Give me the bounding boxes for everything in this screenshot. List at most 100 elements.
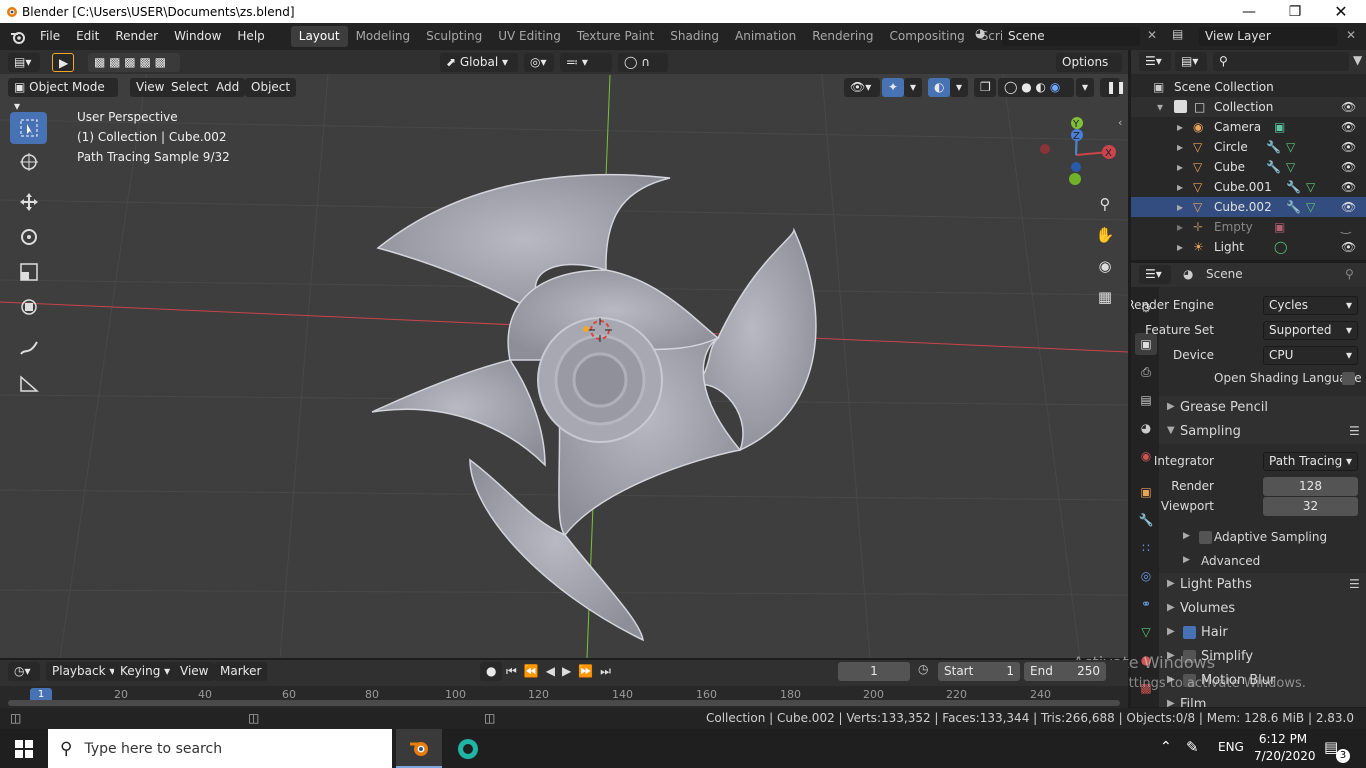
viewport-samples-field[interactable]: 32: [1263, 497, 1358, 516]
object-data-tab-icon[interactable]: ▽: [1135, 621, 1157, 643]
auto-keying-icon[interactable]: ●: [480, 662, 502, 681]
taskbar-search-box[interactable]: ⚲ Type here to search: [48, 729, 392, 768]
eye-icon[interactable]: 👁: [1341, 100, 1356, 114]
transform-orientation-dropdown[interactable]: ⬈ Global ▾: [440, 53, 518, 72]
rotate-tool[interactable]: [10, 221, 47, 253]
hair-checkbox[interactable]: [1183, 626, 1196, 639]
eye-closed-icon[interactable]: ‿: [1341, 220, 1351, 234]
frame-ruler[interactable]: 1 20 40 60 80 100 120 140 160 180 200 22…: [0, 686, 1128, 708]
outliner-item-light[interactable]: ▸ ☀ Light ◯ 👁: [1131, 237, 1366, 257]
presets-list-icon[interactable]: ☰: [1349, 577, 1360, 591]
physics-tab-icon[interactable]: ◎: [1135, 565, 1157, 587]
menu-edit[interactable]: Edit: [68, 23, 107, 50]
tab-layout[interactable]: Layout: [290, 26, 348, 47]
menu-help[interactable]: Help: [229, 23, 272, 50]
marker-menu[interactable]: Marker: [214, 662, 268, 681]
language-indicator[interactable]: ENG: [1218, 740, 1244, 754]
shading-dropdown[interactable]: ▾: [1076, 78, 1094, 97]
keying-menu[interactable]: Keying ▾: [114, 662, 177, 681]
presets-list-icon[interactable]: ☰: [1349, 424, 1360, 438]
timeline-scrollbar[interactable]: [8, 700, 1120, 706]
display-mode-icon[interactable]: ▤▾: [1175, 52, 1207, 71]
eye-icon[interactable]: 👁: [1341, 120, 1356, 134]
selection-mode-buttons[interactable]: ▩ ▩ ▩ ▩ ▩: [88, 53, 180, 72]
outliner-item-circle[interactable]: ▸ ▽ Circle 🔧 ▽ 👁: [1131, 137, 1366, 157]
view-layer-tab-icon[interactable]: ▤: [1135, 389, 1157, 411]
outliner-search-input[interactable]: ⚲: [1213, 52, 1349, 71]
editor-type-button[interactable]: ▤▾: [8, 53, 40, 72]
menu-window[interactable]: Window: [166, 23, 229, 50]
render-samples-field[interactable]: 128: [1263, 477, 1358, 496]
eye-icon[interactable]: 👁: [1341, 240, 1356, 254]
timeline-editor-type-icon[interactable]: ◷▾: [8, 662, 40, 681]
tab-texture-paint[interactable]: Texture Paint: [569, 26, 662, 47]
feature-set-dropdown[interactable]: Supported ▾: [1263, 321, 1358, 340]
start-frame-field[interactable]: Start 1: [938, 662, 1020, 681]
move-tool[interactable]: [10, 186, 47, 218]
current-frame-field[interactable]: 1: [838, 662, 910, 681]
taskbar-app-2[interactable]: [446, 729, 490, 768]
menu-object[interactable]: Object: [245, 78, 297, 97]
tray-chevron-icon[interactable]: ⌃: [1160, 739, 1172, 755]
visibility-filter-icon[interactable]: 👁▾: [844, 78, 880, 97]
cursor-tool[interactable]: [10, 146, 47, 178]
gizmo-toggle-icon[interactable]: ✦: [882, 78, 904, 97]
sampling-panel[interactable]: ▼ Sampling ☰: [1159, 420, 1366, 444]
view-layer-icon[interactable]: ▤: [1172, 27, 1183, 41]
clock-icon[interactable]: ◷: [918, 662, 928, 676]
menu-render[interactable]: Render: [107, 23, 166, 50]
pivot-point-button[interactable]: ◎▾: [524, 53, 554, 72]
close-button[interactable]: ✕: [1318, 0, 1364, 23]
hair-panel[interactable]: ▶ Hair: [1159, 621, 1366, 645]
tab-uv-editing[interactable]: UV Editing: [490, 26, 569, 47]
advanced-subpanel[interactable]: ▶ Advanced: [1159, 550, 1366, 572]
3d-viewport[interactable]: User Perspective (1) Collection | Cube.0…: [0, 50, 1128, 658]
select-mode-icon[interactable]: ▶: [52, 53, 74, 72]
adaptive-sampling-checkbox[interactable]: [1199, 531, 1212, 544]
light-paths-panel[interactable]: ▶ Light Paths ☰: [1159, 573, 1366, 597]
tab-sculpting[interactable]: Sculpting: [418, 26, 490, 47]
gizmo-dropdown[interactable]: ▾: [904, 78, 922, 97]
blender-menu-icon[interactable]: [10, 30, 26, 44]
menu-select[interactable]: Select: [165, 78, 215, 97]
outliner-item-cube[interactable]: ▸ ▽ Cube 🔧 ▽ 👁: [1131, 157, 1366, 177]
pan-hand-icon[interactable]: ✋: [1094, 226, 1116, 248]
pause-render-icon[interactable]: ❚❚: [1100, 78, 1126, 97]
navigation-gizmo[interactable]: X Y Z: [1030, 110, 1120, 190]
end-frame-field[interactable]: End 250: [1024, 662, 1106, 681]
device-dropdown[interactable]: CPU ▾: [1263, 346, 1358, 365]
filter-icon[interactable]: ▼: [1353, 53, 1362, 67]
start-button[interactable]: [0, 729, 48, 768]
annotate-tool[interactable]: [10, 332, 47, 364]
view-layer-selector[interactable]: View Layer: [1199, 27, 1337, 46]
volumes-panel[interactable]: ▶ Volumes: [1159, 597, 1366, 621]
scene-icon[interactable]: ◕: [975, 26, 995, 46]
tab-shading[interactable]: Shading: [662, 26, 727, 47]
snap-button[interactable]: ≕ ▾: [560, 53, 612, 72]
eye-icon[interactable]: 👁: [1341, 180, 1356, 194]
film-panel[interactable]: ▶ Film: [1159, 693, 1366, 707]
transform-tool[interactable]: [10, 291, 47, 323]
menu-file[interactable]: File: [32, 23, 68, 50]
camera-view-icon[interactable]: ◉: [1094, 257, 1116, 279]
outliner-item-cube-002[interactable]: ▸ ▽ Cube.002 🔧 ▽ 👁: [1131, 197, 1366, 217]
outliner-item-camera[interactable]: ▸ ◉ Camera ▣ 👁: [1131, 117, 1366, 137]
outliner-collection[interactable]: ▾ □ Collection 👁: [1131, 97, 1366, 117]
outliner-scene-collection[interactable]: ▣ Scene Collection: [1131, 77, 1366, 97]
clock-date[interactable]: 7/20/2020: [1254, 749, 1316, 763]
tab-rendering[interactable]: Rendering: [804, 26, 881, 47]
minimize-button[interactable]: —: [1226, 0, 1272, 23]
overlays-toggle-icon[interactable]: ◐: [928, 78, 950, 97]
sidebar-toggle-icon[interactable]: ‹: [1118, 116, 1122, 129]
render-engine-dropdown[interactable]: Cycles ▾: [1263, 296, 1358, 315]
options-dropdown[interactable]: Options ▾: [1056, 53, 1122, 88]
3d-cursor[interactable]: [588, 318, 612, 342]
eye-icon[interactable]: 👁: [1341, 160, 1356, 174]
pen-workspace-icon[interactable]: ✎: [1186, 738, 1199, 756]
zoom-icon[interactable]: ⚲: [1094, 195, 1116, 217]
measure-tool[interactable]: [10, 367, 47, 399]
clock-time[interactable]: 6:12 PM: [1258, 732, 1308, 746]
grease-pencil-panel[interactable]: ▶ Grease Pencil: [1159, 396, 1366, 420]
tab-animation[interactable]: Animation: [727, 26, 804, 47]
scene-selector[interactable]: Scene: [1002, 27, 1140, 46]
